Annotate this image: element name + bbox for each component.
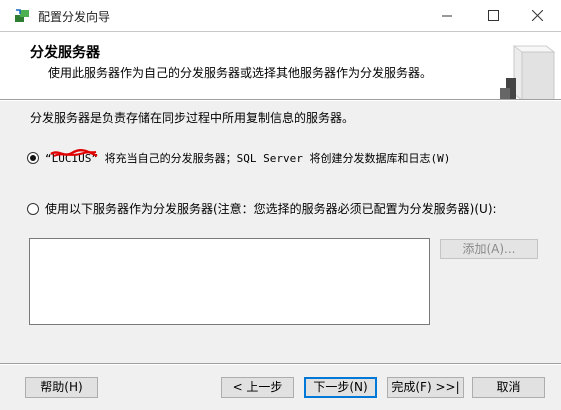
redaction-scribble (50, 148, 98, 158)
option-self-distributor-label: “LUCIUS” 将充当自己的分发服务器；SQL Server 将创建分发数据库… (45, 152, 451, 165)
add-server-button[interactable]: 添加(A)... (440, 239, 538, 259)
minimize-button[interactable] (425, 0, 471, 31)
header-divider-highlight (0, 100, 561, 101)
previous-button[interactable]: < 上一步 (221, 377, 294, 398)
title-bar: 配置分发向导 (0, 0, 561, 31)
page-title: 分发服务器 (30, 45, 100, 61)
footer-divider-highlight (0, 364, 561, 365)
radio-other-distributor[interactable] (27, 202, 39, 215)
close-button[interactable] (515, 0, 561, 31)
maximize-button[interactable] (471, 0, 517, 31)
wizard-header: 分发服务器 使用此服务器作为自己的分发服务器或选择其他服务器作为分发服务器。 (0, 31, 561, 100)
distributor-server-list[interactable] (29, 238, 430, 325)
window-title: 配置分发向导 (38, 10, 111, 24)
wizard-app-icon (15, 9, 29, 22)
server-illustration-icon (500, 45, 556, 100)
cancel-button[interactable]: 取消 (472, 377, 545, 398)
intro-text: 分发服务器是负责存储在同步过程中所用复制信息的服务器。 (30, 111, 355, 125)
page-subtitle: 使用此服务器作为自己的分发服务器或选择其他服务器作为分发服务器。 (48, 66, 433, 80)
option-other-distributor-label: 使用以下服务器作为分发服务器(注意：您选择的服务器必须已配置为分发服务器)(U)… (45, 202, 497, 216)
next-button[interactable]: 下一步(N) (304, 377, 377, 398)
radio-self-distributor[interactable] (27, 152, 39, 164)
help-button[interactable]: 帮助(H) (25, 377, 98, 398)
maximize-icon (488, 10, 499, 21)
finish-button[interactable]: 完成(F) >>| (387, 377, 464, 398)
close-icon (532, 10, 543, 21)
minimize-icon (442, 15, 452, 17)
option-other-distributor[interactable]: 使用以下服务器作为分发服务器(注意：您选择的服务器必须已配置为分发服务器)(U)… (27, 200, 497, 217)
